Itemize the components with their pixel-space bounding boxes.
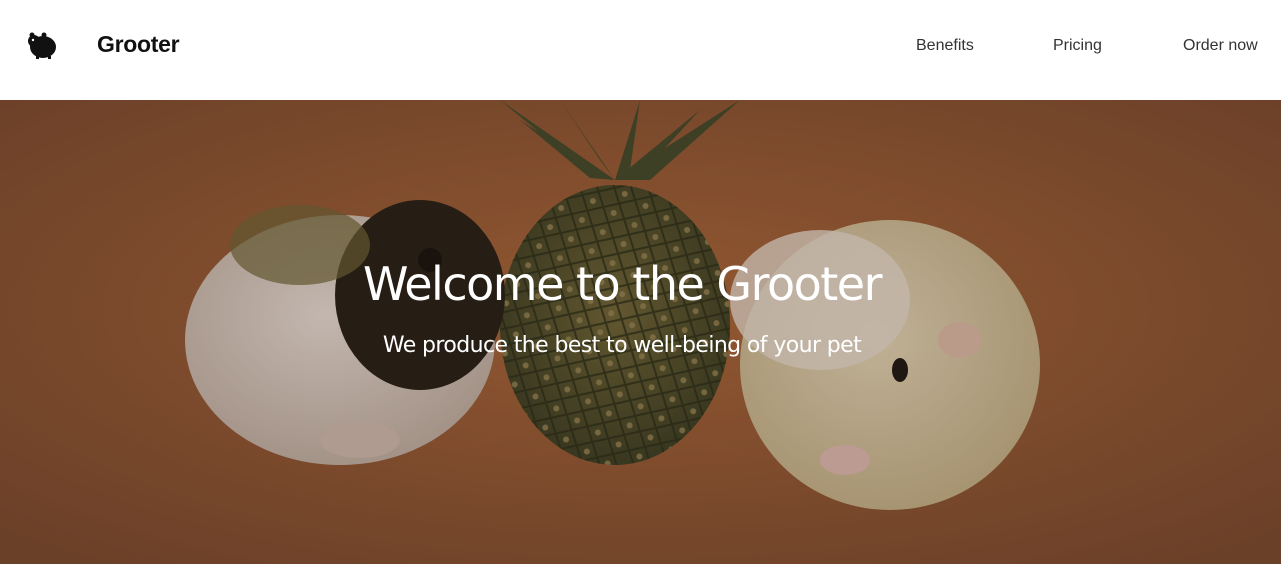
site-header: Grooter Benefits Pricing Order now	[0, 0, 1281, 100]
hero-subtitle: We produce the best to well-being of you…	[382, 333, 862, 358]
guinea-pig-icon[interactable]	[26, 29, 58, 61]
hero-title: Welcome to the Grooter	[362, 257, 883, 311]
nav-link-pricing[interactable]: Pricing	[1053, 36, 1102, 56]
nav-link-order-now[interactable]: Order now	[1183, 36, 1258, 56]
hero-section: Welcome to the Grooter We produce the be…	[0, 100, 1281, 564]
nav-link-benefits[interactable]: Benefits	[916, 36, 974, 56]
brand-name[interactable]: Grooter	[97, 30, 180, 58]
